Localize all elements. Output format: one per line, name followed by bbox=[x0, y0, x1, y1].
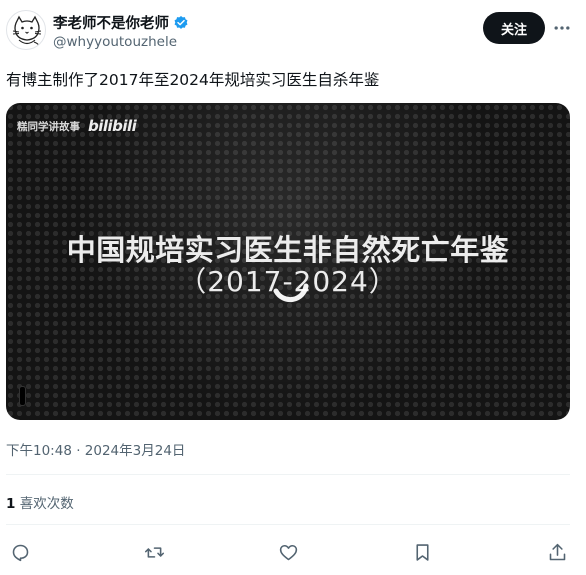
avatar[interactable] bbox=[6, 10, 46, 50]
author-handle[interactable]: @whyyoutouzhele bbox=[53, 34, 177, 50]
reply-button[interactable] bbox=[6, 538, 34, 566]
likes-number: 1 bbox=[6, 496, 16, 512]
name-row: 李老师不是你老师 bbox=[53, 12, 189, 33]
video-progress-pill[interactable] bbox=[19, 386, 26, 406]
likes-label: 喜欢次数 bbox=[15, 496, 74, 512]
retweet-button[interactable] bbox=[140, 538, 168, 566]
like-button[interactable] bbox=[274, 538, 302, 566]
author-display-name[interactable]: 李老师不是你老师 bbox=[53, 12, 169, 33]
likes-count[interactable]: 1 喜欢次数 bbox=[6, 492, 74, 512]
more-options-button[interactable] bbox=[550, 16, 574, 40]
video-watermark: 糕同学讲故事 bilibili bbox=[17, 117, 137, 135]
reply-icon bbox=[12, 544, 28, 561]
verified-badge-icon bbox=[174, 15, 188, 29]
follow-button[interactable]: 关注 bbox=[483, 12, 545, 44]
tweet-header: 李老师不是你老师 @whyyoutouzhele 关注 bbox=[0, 0, 586, 62]
action-bar bbox=[0, 538, 586, 566]
bookmark-button[interactable] bbox=[408, 538, 436, 566]
divider bbox=[6, 524, 570, 525]
retweet-icon bbox=[144, 546, 164, 558]
loading-spinner-icon bbox=[273, 283, 309, 303]
share-button[interactable] bbox=[543, 538, 571, 566]
like-icon bbox=[279, 544, 297, 560]
bookmark-icon bbox=[415, 543, 429, 561]
tweet-text: 有博主制作了2017年至2024年规培实习医生自杀年鉴 bbox=[6, 71, 380, 89]
divider bbox=[6, 474, 570, 475]
share-icon bbox=[549, 543, 565, 560]
more-icon bbox=[554, 26, 570, 30]
cat-sketch-avatar-icon bbox=[12, 15, 42, 49]
video-player[interactable]: 糕同学讲故事 bilibili 中国规培实习医生非自然死亡年鉴 （2017-20… bbox=[6, 103, 570, 420]
bilibili-logo: bilibili bbox=[88, 117, 137, 135]
tweet-timestamp[interactable]: 下午10:48 · 2024年3月24日 bbox=[6, 439, 185, 459]
watermark-text: 糕同学讲故事 bbox=[17, 120, 80, 133]
